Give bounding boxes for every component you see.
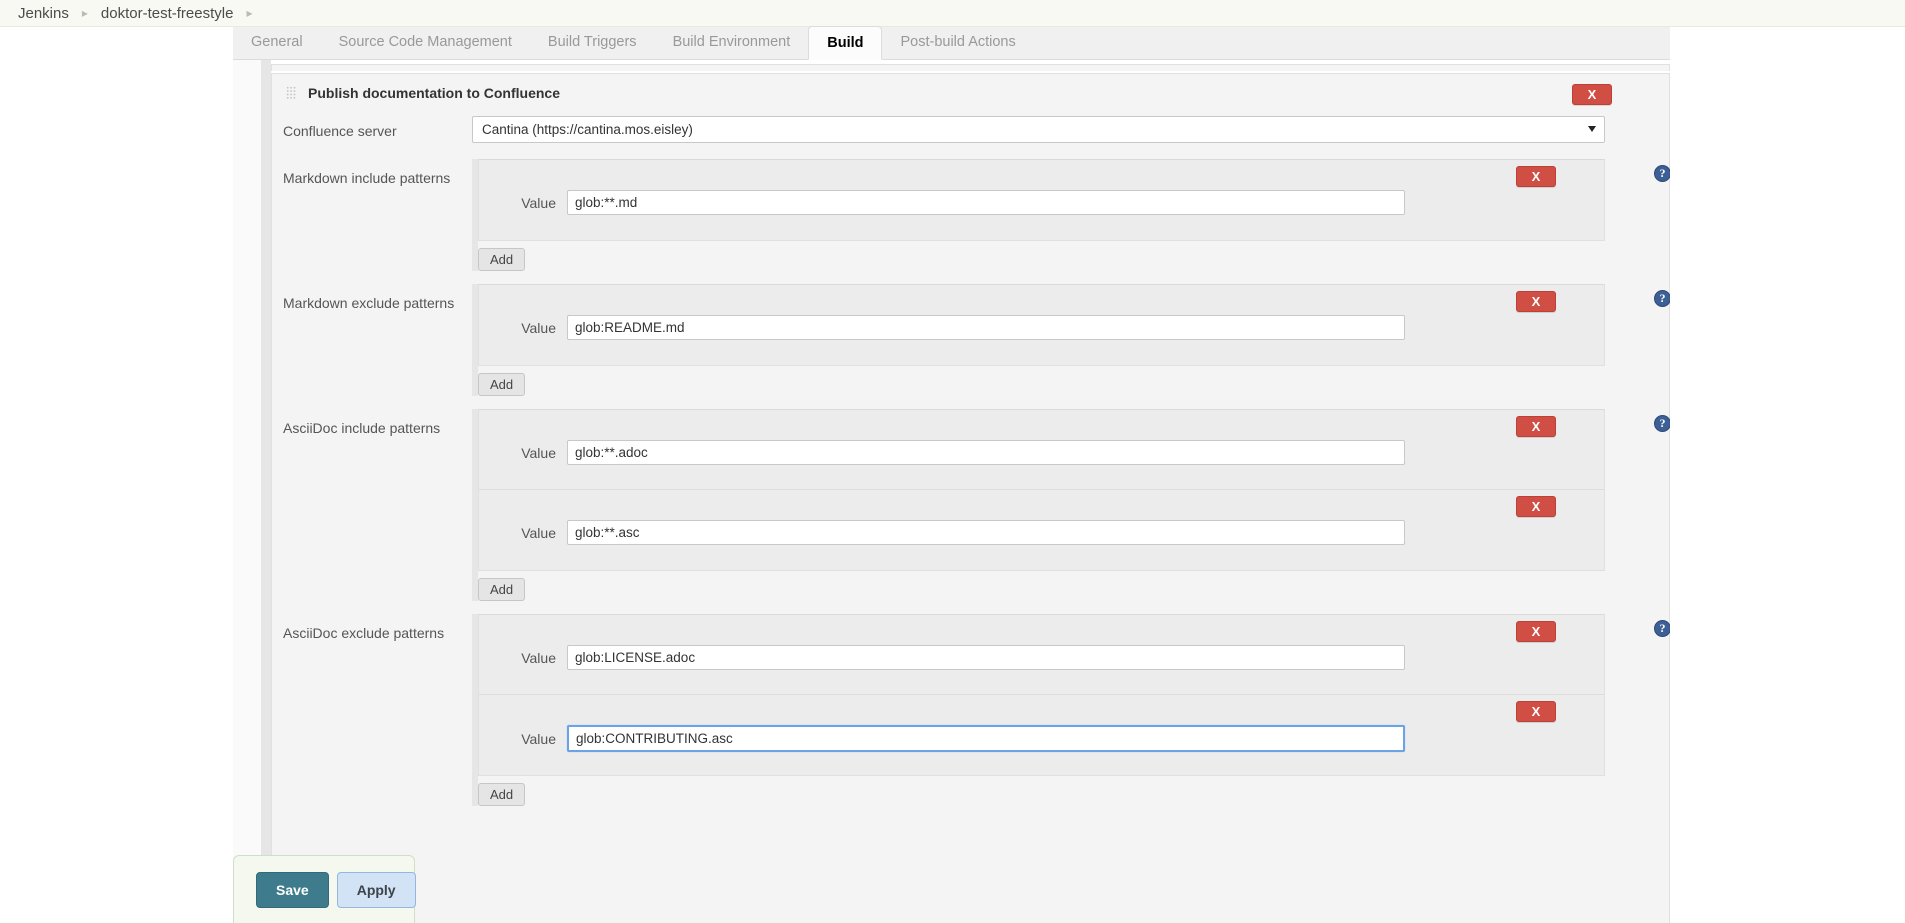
list-item: X Value — [479, 160, 1604, 240]
help-icon-markdown-exclude[interactable]: ? — [1654, 290, 1670, 307]
repeatable-asciidoc-include: X Value X Value — [472, 409, 1670, 601]
panel-top-separator — [271, 64, 1670, 71]
row-confluence-server: Confluence server Cantina (https://canti… — [272, 112, 1669, 143]
list-item: X Value — [479, 410, 1604, 490]
delete-value-button[interactable]: X — [1516, 496, 1556, 517]
label-asciidoc-exclude-patterns: AsciiDoc exclude patterns — [283, 625, 445, 641]
form-action-bar: Save Apply — [233, 855, 416, 923]
help-icon-asciidoc-include[interactable]: ? — [1654, 415, 1670, 432]
value-label: Value — [521, 524, 556, 541]
confluence-server-select-wrap: Cantina (https://cantina.mos.eisley) — [472, 116, 1605, 143]
build-config-panel: Publish documentation to Confluence X Co… — [233, 60, 1670, 923]
list-item: X Value — [479, 615, 1604, 695]
tab-build-environment[interactable]: Build Environment — [655, 26, 809, 59]
label-confluence-server: Confluence server — [283, 123, 397, 139]
value-label: Value — [521, 649, 556, 666]
config-tab-strip: General Source Code Management Build Tri… — [233, 26, 1670, 60]
delete-value-button[interactable]: X — [1516, 621, 1556, 642]
builder-title: Publish documentation to Confluence — [308, 85, 560, 101]
row-markdown-include-patterns: Markdown include patterns X Value glob:*… — [272, 159, 1670, 271]
row-asciidoc-include-patterns: AsciiDoc include patterns X Value glob:*… — [272, 409, 1670, 601]
value-line: Value — [479, 645, 1604, 670]
asciidoc-exclude-pattern-input-1[interactable] — [567, 725, 1405, 752]
asciidoc-include-pattern-input-0[interactable] — [567, 440, 1405, 465]
builder-header: Publish documentation to Confluence X — [272, 74, 1669, 112]
list-item: X Value — [479, 490, 1604, 570]
breadcrumb-item-job[interactable]: doktor-test-freestyle — [101, 5, 234, 22]
tab-build[interactable]: Build — [808, 26, 883, 60]
value-line: Value — [479, 725, 1604, 752]
repeatable-items-asciidoc-exclude: X Value X Value — [478, 614, 1605, 776]
value-label: Value — [521, 730, 556, 747]
breadcrumb-separator-icon-2: ▸ — [246, 6, 253, 20]
row-markdown-exclude-patterns: Markdown exclude patterns X Value glob:R… — [272, 284, 1670, 396]
repeatable-markdown-include: X Value ? Add — [472, 159, 1670, 271]
drag-handle-icon[interactable] — [286, 86, 297, 100]
breadcrumb-separator-icon: ▸ — [81, 6, 88, 20]
delete-value-button[interactable]: X — [1516, 701, 1556, 722]
value-label: Value — [521, 444, 556, 461]
delete-builder-button[interactable]: X — [1572, 84, 1612, 105]
repeatable-items-markdown-include: X Value — [478, 159, 1605, 241]
confluence-server-select[interactable]: Cantina (https://cantina.mos.eisley) — [472, 116, 1605, 143]
body-confluence-server: Cantina (https://cantina.mos.eisley) — [472, 112, 1669, 143]
value-line: Value — [479, 190, 1604, 215]
asciidoc-exclude-pattern-input-0[interactable] — [567, 645, 1405, 670]
builder-drag-gutter — [261, 60, 271, 923]
tab-general[interactable]: General — [233, 26, 321, 59]
asciidoc-include-pattern-input-1[interactable] — [567, 520, 1405, 545]
breadcrumb-item-jenkins[interactable]: Jenkins — [18, 5, 69, 22]
tab-build-triggers[interactable]: Build Triggers — [530, 26, 655, 59]
row-asciidoc-exclude-patterns: AsciiDoc exclude patterns X Value glob:L… — [272, 614, 1670, 806]
body-asciidoc-include-patterns: X Value X Value — [472, 409, 1670, 601]
delete-value-button[interactable]: X — [1516, 416, 1556, 437]
value-label: Value — [521, 194, 556, 211]
body-markdown-include-patterns: X Value ? Add — [472, 159, 1670, 271]
label-asciidoc-include-patterns: AsciiDoc include patterns — [283, 420, 441, 436]
value-line: Value — [479, 315, 1604, 340]
repeatable-asciidoc-exclude: X Value X Value — [472, 614, 1670, 806]
tab-post-build-actions[interactable]: Post-build Actions — [882, 26, 1033, 59]
value-line: Value — [479, 440, 1604, 465]
panel-left-gutter — [233, 60, 261, 923]
repeatable-items-markdown-exclude: X Value — [478, 284, 1605, 366]
delete-value-button[interactable]: X — [1516, 166, 1556, 187]
help-icon-asciidoc-exclude[interactable]: ? — [1654, 620, 1670, 637]
tab-source-code-management[interactable]: Source Code Management — [321, 26, 530, 59]
apply-button[interactable]: Apply — [336, 871, 416, 908]
repeatable-items-asciidoc-include: X Value X Value — [478, 409, 1605, 571]
config-scroll-area[interactable]: Publish documentation to Confluence X Co… — [233, 60, 1670, 923]
markdown-include-pattern-input-0[interactable] — [567, 190, 1405, 215]
body-asciidoc-exclude-patterns: X Value X Value — [472, 614, 1670, 806]
value-label: Value — [521, 319, 556, 336]
label-markdown-include-patterns: Markdown include patterns — [283, 170, 451, 186]
breadcrumb: Jenkins ▸ doktor-test-freestyle ▸ — [0, 0, 1905, 27]
list-item: X Value — [479, 695, 1604, 775]
markdown-exclude-pattern-input-0[interactable] — [567, 315, 1405, 340]
help-icon-markdown-include[interactable]: ? — [1654, 165, 1670, 182]
label-markdown-exclude-patterns: Markdown exclude patterns — [283, 295, 455, 311]
save-button[interactable]: Save — [256, 871, 329, 908]
value-line: Value — [479, 520, 1604, 545]
repeatable-markdown-exclude: X Value ? Add — [472, 284, 1670, 396]
body-markdown-exclude-patterns: X Value ? Add — [472, 284, 1670, 396]
builder-publish-documentation-to-confluence: Publish documentation to Confluence X Co… — [271, 73, 1670, 923]
add-asciidoc-include-button[interactable]: Add — [478, 578, 526, 601]
list-item: X Value — [479, 285, 1604, 365]
delete-value-button[interactable]: X — [1516, 291, 1556, 312]
add-markdown-include-button[interactable]: Add — [478, 248, 526, 271]
add-asciidoc-exclude-button[interactable]: Add — [478, 783, 526, 806]
add-markdown-exclude-button[interactable]: Add — [478, 373, 526, 396]
